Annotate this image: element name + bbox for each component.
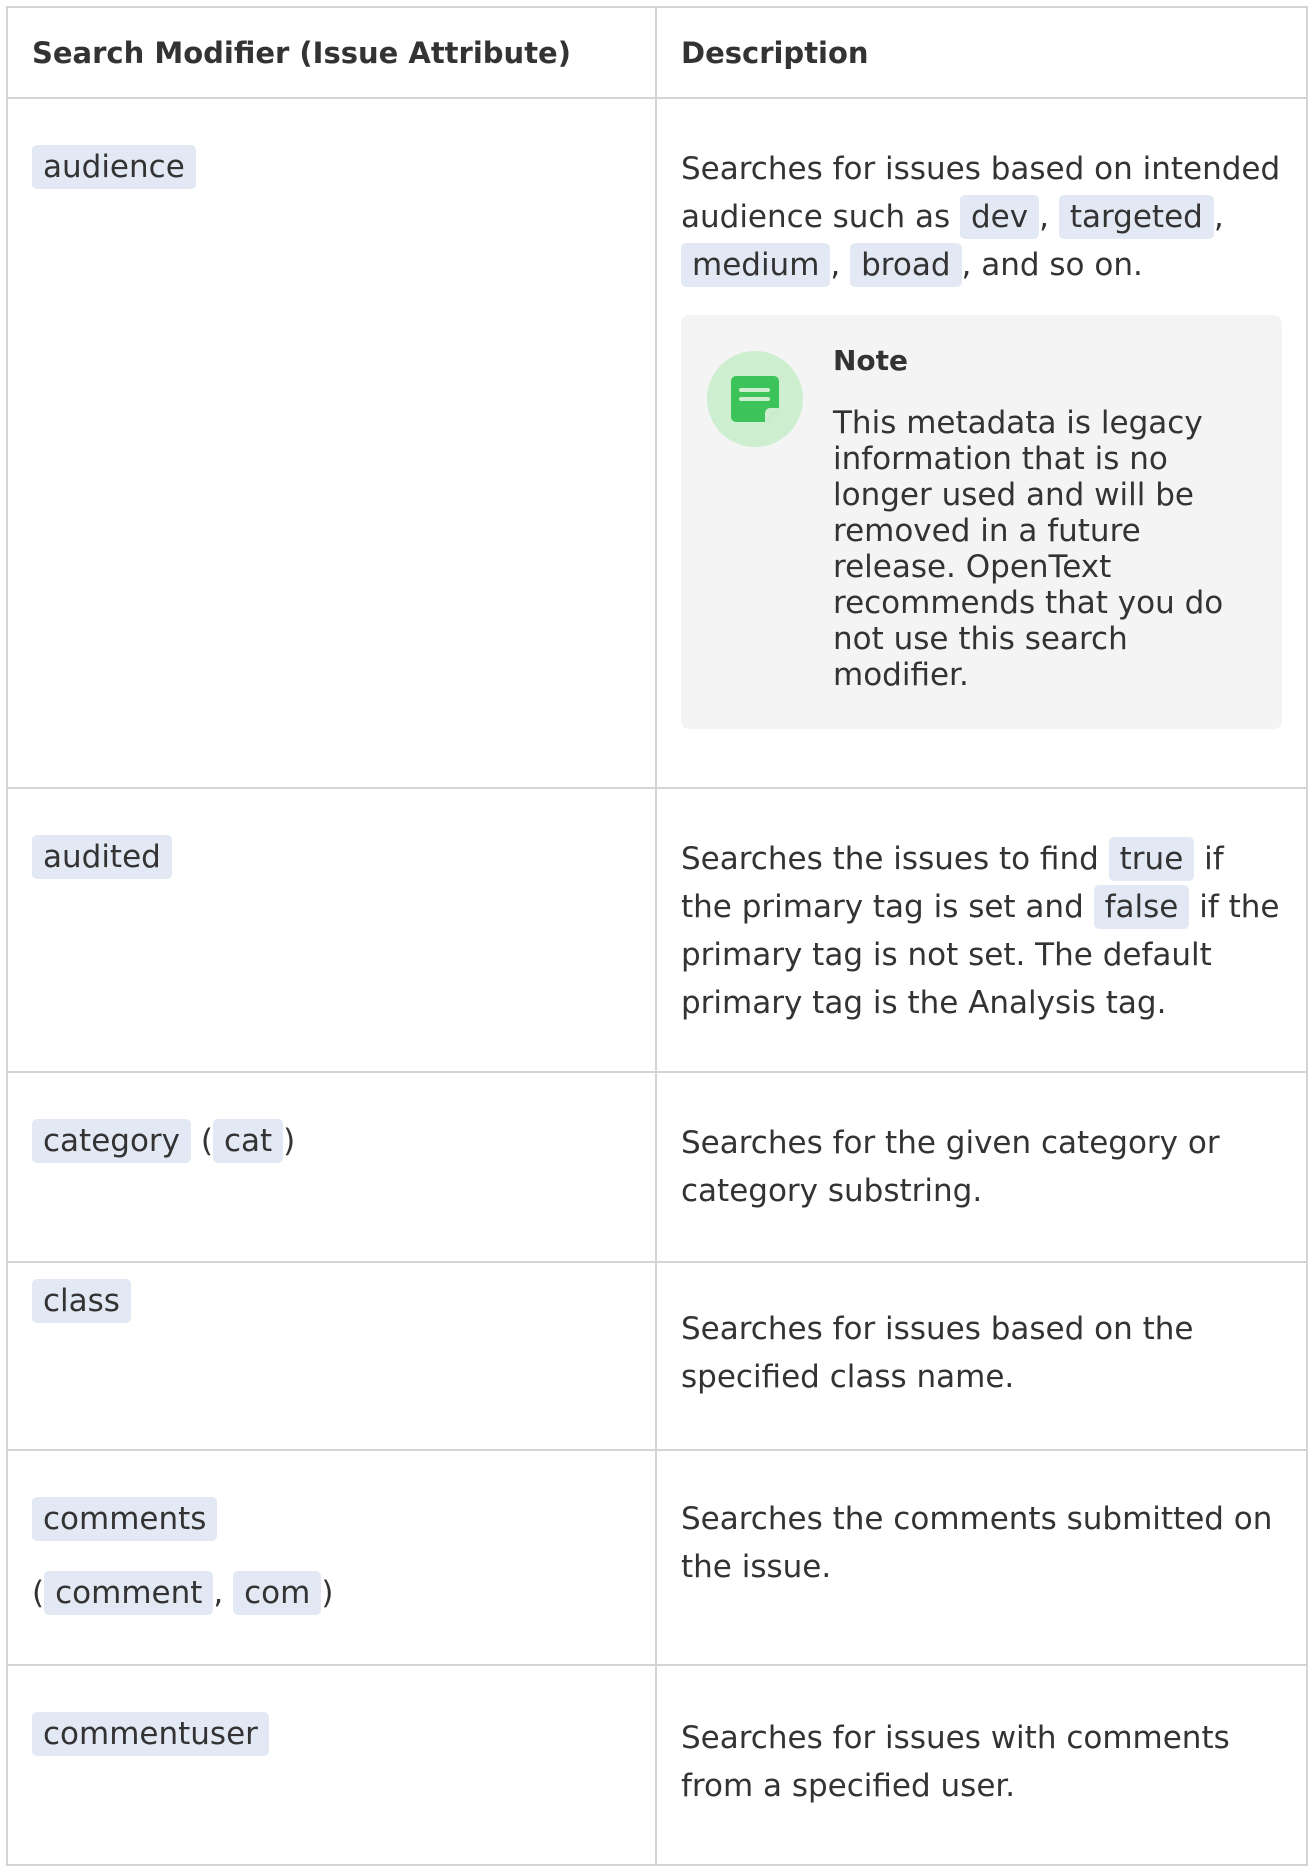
code-dev: dev	[959, 195, 1040, 239]
code-targeted: targeted	[1058, 195, 1214, 239]
modifier-cell: audited	[6, 787, 657, 1073]
description-cell: Searches for issues with comments from a…	[655, 1664, 1308, 1866]
modifier-cell: audience	[6, 97, 657, 789]
table-row: comments (comment, com) Searches the com…	[6, 1449, 1308, 1666]
table-row: audience Searches for issues based on in…	[6, 97, 1308, 789]
note-icon-glyph	[731, 376, 779, 422]
alias-comment: comment	[44, 1571, 214, 1615]
note-title: Note	[833, 344, 909, 377]
description-cell: Searches for issues based on the specifi…	[655, 1261, 1308, 1451]
note-icon	[707, 351, 803, 447]
table-row: audited Searches the issues to find true…	[6, 787, 1308, 1073]
table-header-row: Search Modifier (Issue Attribute) Descri…	[6, 6, 1308, 99]
description-class: Searches for issues based on the specifi…	[681, 1311, 1194, 1395]
modifier-audience: audience	[32, 145, 196, 189]
header-description: Description	[655, 6, 1308, 99]
alias-com: com	[233, 1571, 322, 1615]
code-broad: broad	[850, 243, 962, 287]
description-audited: Searches the issues to find true if the …	[681, 835, 1282, 1027]
modifier-category: category	[32, 1119, 192, 1163]
description-cell: Searches the comments submitted on the i…	[655, 1449, 1308, 1666]
modifier-cell: commentuser	[6, 1664, 657, 1866]
modifier-cell: class	[6, 1261, 657, 1451]
header-modifier: Search Modifier (Issue Attribute)	[6, 6, 657, 99]
description-audience: Searches for issues based on intended au…	[681, 145, 1282, 289]
description-cell: Searches the issues to find true if the …	[655, 787, 1308, 1073]
description-comments: Searches the comments submitted on the i…	[681, 1501, 1273, 1585]
modifier-cell: category (cat)	[6, 1071, 657, 1263]
table-row: commentuser Searches for issues with com…	[6, 1664, 1308, 1866]
modifier-comments: comments	[32, 1497, 218, 1541]
alias-cat: cat	[212, 1119, 284, 1163]
modifier-cell: comments (comment, com)	[6, 1449, 657, 1666]
search-modifiers-table: Search Modifier (Issue Attribute) Descri…	[6, 6, 1308, 1866]
description-cell: Searches for the given category or categ…	[655, 1071, 1308, 1263]
code-true: true	[1108, 837, 1195, 881]
table-row: class Searches for issues based on the s…	[6, 1261, 1308, 1451]
page: Search Modifier (Issue Attribute) Descri…	[0, 0, 1308, 1866]
modifier-commentuser: commentuser	[32, 1712, 269, 1756]
description-commentuser: Searches for issues with comments from a…	[681, 1720, 1230, 1804]
description-category: Searches for the given category or categ…	[681, 1125, 1220, 1209]
modifier-audited: audited	[32, 835, 172, 879]
code-medium: medium	[681, 243, 831, 287]
description-cell: Searches for issues based on intended au…	[655, 97, 1308, 789]
note-callout: Note This metadata is legacy information…	[681, 315, 1282, 729]
note-body: This metadata is legacy information that…	[833, 405, 1224, 693]
table-row: category (cat) Searches for the given ca…	[6, 1071, 1308, 1263]
code-false: false	[1093, 885, 1190, 929]
modifier-class: class	[32, 1279, 131, 1323]
